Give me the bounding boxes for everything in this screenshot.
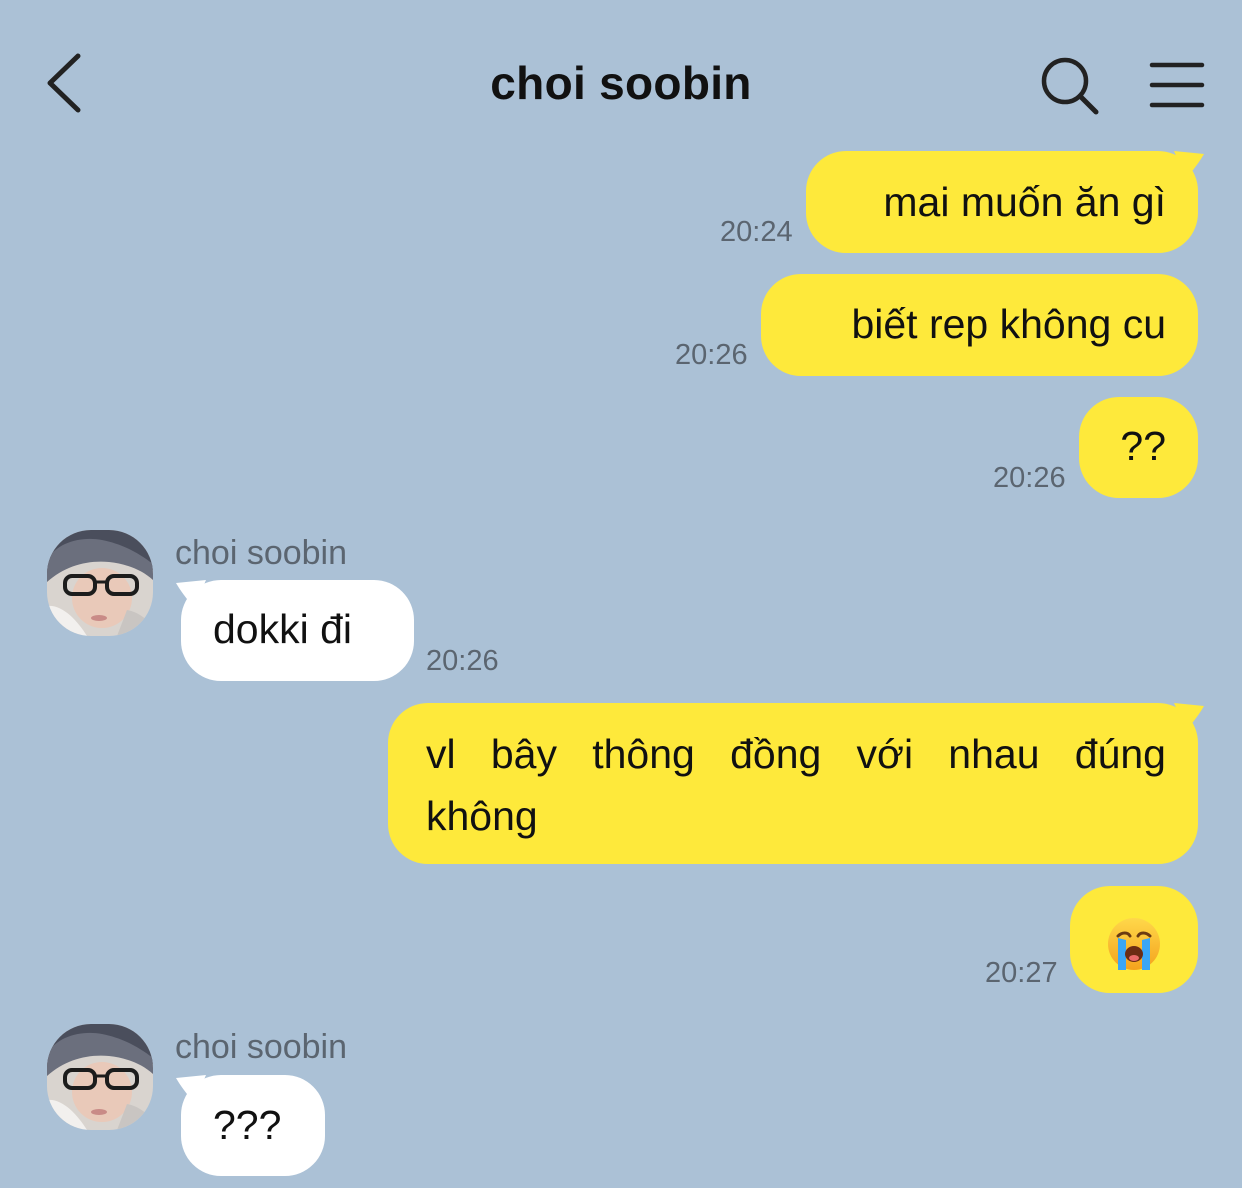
- message-text: ???: [213, 1102, 282, 1148]
- bubble-tail: [176, 1075, 206, 1103]
- search-icon[interactable]: [1038, 54, 1102, 118]
- sender-name: choi soobin: [175, 1028, 348, 1066]
- hamburger-menu-icon[interactable]: [1148, 56, 1206, 114]
- message-text: ??: [1120, 423, 1166, 469]
- outgoing-message-bubble[interactable]: ??: [1079, 397, 1198, 498]
- message-text: dokki đi: [213, 606, 353, 652]
- avatar[interactable]: [47, 1024, 153, 1130]
- avatar-photo: [47, 1024, 153, 1130]
- bubble-tail: [176, 580, 206, 608]
- bubble-tail: [1174, 151, 1204, 179]
- outgoing-message-bubble[interactable]: vl bây thông đồng với nhau đúng không: [388, 703, 1198, 864]
- bubble-tail: [1174, 703, 1204, 731]
- avatar[interactable]: [47, 530, 153, 636]
- sender-name: choi soobin: [175, 534, 348, 572]
- message-time: 20:27: [985, 957, 1058, 989]
- outgoing-message-bubble[interactable]: mai muốn ăn gì: [806, 151, 1198, 253]
- message-time: 20:26: [993, 462, 1066, 494]
- message-text-line: không: [426, 793, 538, 839]
- outgoing-message-bubble[interactable]: [1070, 886, 1198, 993]
- chat-header: choi soobin: [0, 0, 1242, 150]
- message-text-line: vl bây thông đồng với nhau đúng: [426, 731, 1166, 777]
- message-time: 20:26: [675, 339, 748, 371]
- message-time: 20:24: [720, 216, 793, 248]
- crying-face-emoji: [1108, 918, 1160, 970]
- message-text: biết rep không cu: [851, 301, 1166, 347]
- incoming-message-bubble[interactable]: dokki đi: [181, 580, 414, 681]
- outgoing-message-bubble[interactable]: biết rep không cu: [761, 274, 1198, 376]
- message-time: 20:26: [426, 645, 499, 677]
- avatar-photo: [47, 530, 153, 636]
- message-text: mai muốn ăn gì: [883, 179, 1166, 225]
